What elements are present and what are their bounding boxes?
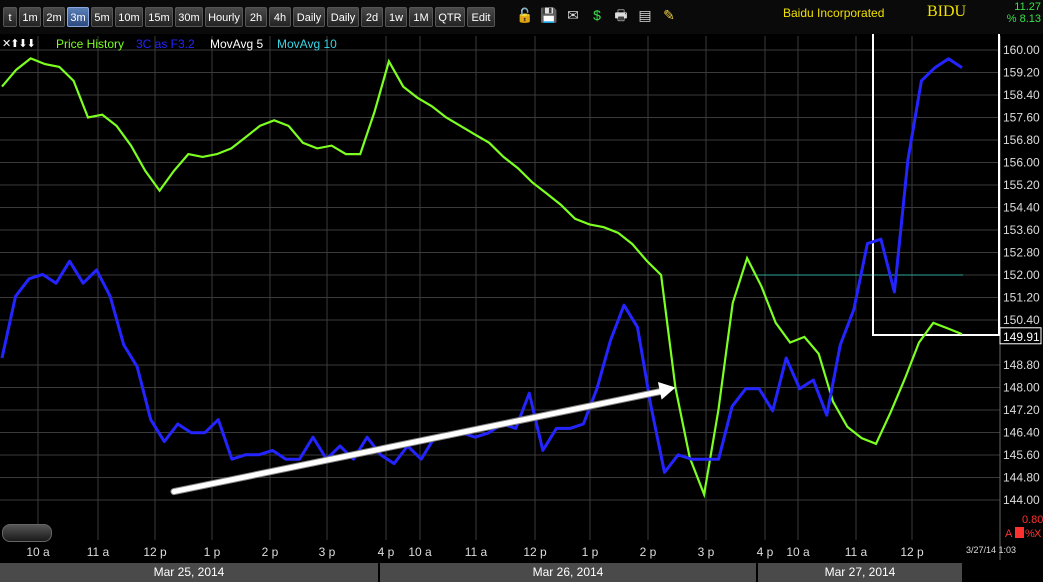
timeframe-button-5m[interactable]: 5m: [91, 7, 113, 27]
timeframe-button-2h[interactable]: 2h: [245, 7, 267, 27]
email-icon[interactable]: ✉: [564, 6, 582, 24]
price-change: 11.27: [1014, 1, 1041, 13]
y-tick-label: 151.20: [1003, 291, 1040, 305]
timeframe-button-t[interactable]: t: [3, 7, 17, 27]
save-icon[interactable]: 💾: [540, 6, 558, 24]
y-tick-label: 146.40: [1003, 426, 1040, 440]
chart-scroll-handle[interactable]: [2, 524, 52, 542]
time-axis: 10 a 11 a 12 p 1 p 2 p 3 p 4 p 10 a 11 a 12 p 1 p 2…: [26, 545, 924, 559]
x-tick-label: 12 p: [523, 545, 547, 559]
x-tick-label: 11 a: [87, 545, 110, 559]
timeframe-button-daily[interactable]: Daily: [327, 7, 359, 27]
legend-movavg-5[interactable]: MovAvg 5: [210, 37, 263, 51]
y-tick-label: 156.00: [1003, 156, 1040, 170]
x-tick-label: 11 a: [465, 545, 488, 559]
x-tick-label: 3 p: [698, 545, 715, 559]
x-tick-label: 12 p: [143, 545, 167, 559]
timeframe-button-2d[interactable]: 2d: [361, 7, 383, 27]
timeframe-button-1w[interactable]: 1w: [385, 7, 407, 27]
y-tick-label: 154.40: [1003, 201, 1040, 215]
company-name: Baidu Incorporated: [783, 6, 885, 20]
timeframe-button-daily[interactable]: Daily: [293, 7, 325, 27]
timeframe-button-hourly[interactable]: Hourly: [205, 7, 243, 27]
y-tick-label: 153.60: [1003, 223, 1040, 237]
y-tick-label: 144.00: [1003, 493, 1040, 507]
date-bar-mar-25: Mar 25, 2014: [0, 563, 378, 582]
highlight-box: [872, 29, 1000, 336]
ticker-symbol: BIDU: [927, 3, 967, 20]
arrow-layer: [170, 381, 676, 496]
date-bar-mar-27: Mar 27, 2014: [758, 563, 962, 582]
x-tick-label: 10 a: [408, 545, 432, 559]
legend-price-history[interactable]: Price History: [56, 37, 124, 51]
trend-arrow-head: [657, 381, 676, 400]
lock-icon[interactable]: 🔓: [516, 6, 534, 24]
alert-close[interactable]: X: [1034, 528, 1041, 540]
x-tick-label: 10 a: [786, 545, 810, 559]
alert-a: A: [1005, 528, 1013, 540]
timeframe-button-10m[interactable]: 10m: [115, 7, 143, 27]
y-tick-label: 158.40: [1003, 88, 1040, 102]
x-tick-label: 3 p: [319, 545, 336, 559]
timeframe-button-1m[interactable]: 1M: [409, 7, 433, 27]
y-tick-label: 157.60: [1003, 111, 1040, 125]
y-tick-label: 148.80: [1003, 358, 1040, 372]
toolbar: t 1m 2m 3m 5m 10m 15m 30m Hourly 2h 4h Daily Daily 2d…: [0, 0, 1043, 34]
y-tick-label: 155.20: [1003, 178, 1040, 192]
x-tick-label: 12 p: [900, 545, 924, 559]
x-tick-label: 4 p: [757, 545, 774, 559]
x-tick-label: 1 p: [204, 545, 221, 559]
timeframe-button-2m[interactable]: 2m: [43, 7, 65, 27]
legend-3c-indicator[interactable]: 3C as F3.2: [136, 37, 195, 51]
chart-canvas: 160.00 159.20 158.40 157.60 156.80 156.00 155.…: [0, 29, 1042, 560]
timeframe-button-4h[interactable]: 4h: [269, 7, 291, 27]
y-tick-label: 152.00: [1003, 268, 1040, 282]
legend-controls[interactable]: ✕⬆⬇⬇: [2, 37, 36, 50]
y-tick-label: 144.80: [1003, 471, 1040, 485]
x-tick-label: 1 p: [582, 545, 599, 559]
legend-movavg-10[interactable]: MovAvg 10: [277, 37, 337, 51]
x-tick-label: 2 p: [262, 545, 279, 559]
dollar-icon[interactable]: $: [588, 6, 606, 24]
y-tick-label: 145.60: [1003, 448, 1040, 462]
timeframe-button-1m[interactable]: 1m: [19, 7, 41, 27]
timeframe-button-3m[interactable]: 3m: [67, 7, 89, 27]
y-tick-label: 156.80: [1003, 133, 1040, 147]
print-icon[interactable]: 🖶: [612, 6, 630, 24]
y-tick-label: 150.40: [1003, 313, 1040, 327]
indicator-value: 0.80: [1022, 514, 1043, 526]
x-tick-label: 4 p: [378, 545, 395, 559]
price-change-percent: % 8.13: [1006, 13, 1041, 25]
y-tick-label: 152.80: [1003, 246, 1040, 260]
timeframe-button-edit[interactable]: Edit: [467, 7, 495, 27]
alert-square-icon[interactable]: [1015, 527, 1024, 538]
highlight-box-layer: [752, 29, 1000, 336]
y-tick-label: 160.00: [1003, 43, 1040, 57]
price-axis: 160.00 159.20 158.40 157.60 156.80 156.00 155.…: [999, 43, 1042, 507]
x-tick-label: 2 p: [640, 545, 657, 559]
y-tick-label: 148.00: [1003, 381, 1040, 395]
timeframe-button-qtr[interactable]: QTR: [435, 7, 465, 27]
chart-grid: [0, 36, 1001, 560]
date-bar-mar-26: Mar 26, 2014: [380, 563, 756, 582]
keyboard-icon[interactable]: ▤: [636, 6, 654, 24]
y-tick-label: 147.20: [1003, 403, 1040, 417]
x-tick-label: 10 a: [26, 545, 50, 559]
x-tick-label: 11 a: [845, 545, 868, 559]
pencil-icon[interactable]: ✎: [660, 6, 678, 24]
timestamp: 3/27/14 1:03: [966, 545, 1017, 555]
y-tick-label: 159.20: [1003, 66, 1040, 80]
last-price-label: 149.91: [1003, 330, 1040, 344]
timeframe-button-15m[interactable]: 15m: [145, 7, 173, 27]
timeframe-button-30m[interactable]: 30m: [175, 7, 203, 27]
